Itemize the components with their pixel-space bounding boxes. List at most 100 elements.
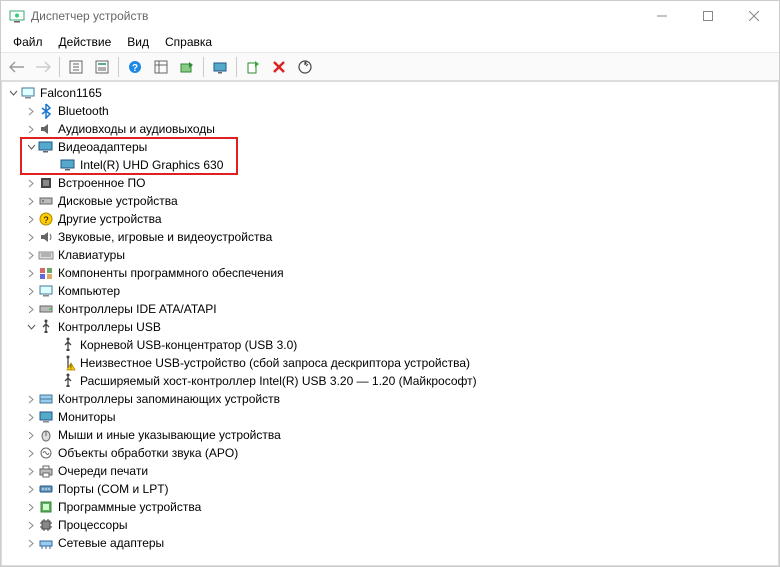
computer-icon <box>38 283 54 299</box>
display-adapter-icon <box>60 157 76 173</box>
tree-label: Мониторы <box>58 408 115 426</box>
menu-view[interactable]: Вид <box>119 33 157 51</box>
tree-label: Bluetooth <box>58 102 109 120</box>
chevron-down-icon[interactable] <box>24 140 38 154</box>
tree-item-usb[interactable]: Контроллеры USB <box>2 318 778 336</box>
help-button[interactable]: ? <box>123 55 147 79</box>
properties-button[interactable] <box>90 55 114 79</box>
tree-label: Контроллеры USB <box>58 318 161 336</box>
chevron-right-icon[interactable] <box>24 464 38 478</box>
tree-item-printq[interactable]: Очереди печати <box>2 462 778 480</box>
chevron-right-icon[interactable] <box>24 104 38 118</box>
tree-item-video[interactable]: Видеоадаптеры <box>2 138 778 156</box>
chevron-right-icon[interactable] <box>24 122 38 136</box>
usb-icon <box>38 319 54 335</box>
chevron-right-icon[interactable] <box>24 302 38 316</box>
forward-button[interactable] <box>31 55 55 79</box>
scan-button[interactable] <box>149 55 173 79</box>
chevron-right-icon[interactable] <box>24 482 38 496</box>
tree-item-firmware[interactable]: Встроенное ПО <box>2 174 778 192</box>
tree-label: Очереди печати <box>58 462 148 480</box>
tree-label: Компьютер <box>58 282 120 300</box>
chevron-right-icon[interactable] <box>24 428 38 442</box>
tree-label: Встроенное ПО <box>58 174 145 192</box>
toolbar-separator <box>236 57 237 77</box>
tree-item-other[interactable]: ? Другие устройства <box>2 210 778 228</box>
uninstall-button[interactable] <box>241 55 265 79</box>
chevron-right-icon[interactable] <box>24 284 38 298</box>
maximize-button[interactable] <box>685 1 731 31</box>
disable-button[interactable] <box>267 55 291 79</box>
chevron-right-icon[interactable] <box>24 500 38 514</box>
tree-item-mice[interactable]: Мыши и иные указывающие устройства <box>2 426 778 444</box>
chevron-down-icon[interactable] <box>24 320 38 334</box>
tree-item-ports[interactable]: Порты (COM и LPT) <box>2 480 778 498</box>
close-button[interactable] <box>731 1 777 31</box>
computer-icon <box>20 85 36 101</box>
window-title: Диспетчер устройств <box>31 9 639 23</box>
chevron-right-icon[interactable] <box>24 230 38 244</box>
port-icon <box>38 481 54 497</box>
chevron-down-icon[interactable] <box>6 86 20 100</box>
toolbar-separator <box>59 57 60 77</box>
tree-label: Расширяемый хост-контроллер Intel(R) USB… <box>80 372 477 390</box>
tree-item-apo[interactable]: Объекты обработки звука (APO) <box>2 444 778 462</box>
minimize-button[interactable] <box>639 1 685 31</box>
chevron-right-icon[interactable] <box>24 536 38 550</box>
menu-file[interactable]: Файл <box>5 33 51 51</box>
tree-label: Другие устройства <box>58 210 162 228</box>
monitor-icon <box>38 409 54 425</box>
tree-item-video-child[interactable]: Intel(R) UHD Graphics 630 <box>2 156 778 174</box>
display-adapter-icon <box>38 139 54 155</box>
tree-item-audio[interactable]: Аудиовходы и аудиовыходы <box>2 120 778 138</box>
scan-hardware-button[interactable] <box>293 55 317 79</box>
tree-item-monitors[interactable]: Мониторы <box>2 408 778 426</box>
chevron-right-icon[interactable] <box>24 446 38 460</box>
tree-root[interactable]: Falcon1165 <box>2 84 778 102</box>
menu-action[interactable]: Действие <box>51 33 120 51</box>
svg-text:?: ? <box>43 215 48 225</box>
tree-item-disk[interactable]: Дисковые устройства <box>2 192 778 210</box>
apo-icon <box>38 445 54 461</box>
chevron-right-icon[interactable] <box>24 410 38 424</box>
unknown-icon: ? <box>38 211 54 227</box>
tree-label: Контроллеры запоминающих устройств <box>58 390 280 408</box>
software-device-icon <box>38 499 54 515</box>
tree-label: Дисковые устройства <box>58 192 178 210</box>
tree-item-keyboard[interactable]: Клавиатуры <box>2 246 778 264</box>
tree-item-cpu[interactable]: Процессоры <box>2 516 778 534</box>
tree-item-computer[interactable]: Компьютер <box>2 282 778 300</box>
chevron-right-icon[interactable] <box>24 176 38 190</box>
tree-item-usb-child-warning[interactable]: ! Неизвестное USB-устройство (сбой запро… <box>2 354 778 372</box>
tree-item-bluetooth[interactable]: Bluetooth <box>2 102 778 120</box>
tree-item-swdev[interactable]: Программные устройства <box>2 498 778 516</box>
tree-label: Аудиовходы и аудиовыходы <box>58 120 215 138</box>
ide-icon <box>38 301 54 317</box>
chevron-right-icon[interactable] <box>24 248 38 262</box>
tree-label: Мыши и иные указывающие устройства <box>58 426 281 444</box>
enable-device-button[interactable] <box>208 55 232 79</box>
usb-warning-icon: ! <box>60 355 76 371</box>
back-button[interactable] <box>5 55 29 79</box>
tree-item-sound[interactable]: Звуковые, игровые и видеоустройства <box>2 228 778 246</box>
chevron-right-icon[interactable] <box>24 518 38 532</box>
chevron-right-icon[interactable] <box>24 212 38 226</box>
tree-item-usb-child[interactable]: Расширяемый хост-контроллер Intel(R) USB… <box>2 372 778 390</box>
keyboard-icon <box>38 247 54 263</box>
tree-item-ide[interactable]: Контроллеры IDE ATA/ATAPI <box>2 300 778 318</box>
tree-item-net[interactable]: Сетевые адаптеры <box>2 534 778 552</box>
tree-item-memctrl[interactable]: Контроллеры запоминающих устройств <box>2 390 778 408</box>
network-icon <box>38 535 54 551</box>
chevron-right-icon[interactable] <box>24 194 38 208</box>
menu-help[interactable]: Справка <box>157 33 220 51</box>
tree-label: Сетевые адаптеры <box>58 534 164 552</box>
update-driver-button[interactable] <box>175 55 199 79</box>
tree-item-usb-child[interactable]: Корневой USB-концентратор (USB 3.0) <box>2 336 778 354</box>
chevron-right-icon[interactable] <box>24 392 38 406</box>
toolbar-separator <box>203 57 204 77</box>
chevron-right-icon[interactable] <box>24 266 38 280</box>
tree-label: Программные устройства <box>58 498 201 516</box>
show-all-button[interactable] <box>64 55 88 79</box>
tree-label: Объекты обработки звука (APO) <box>58 444 238 462</box>
tree-item-software[interactable]: Компоненты программного обеспечения <box>2 264 778 282</box>
